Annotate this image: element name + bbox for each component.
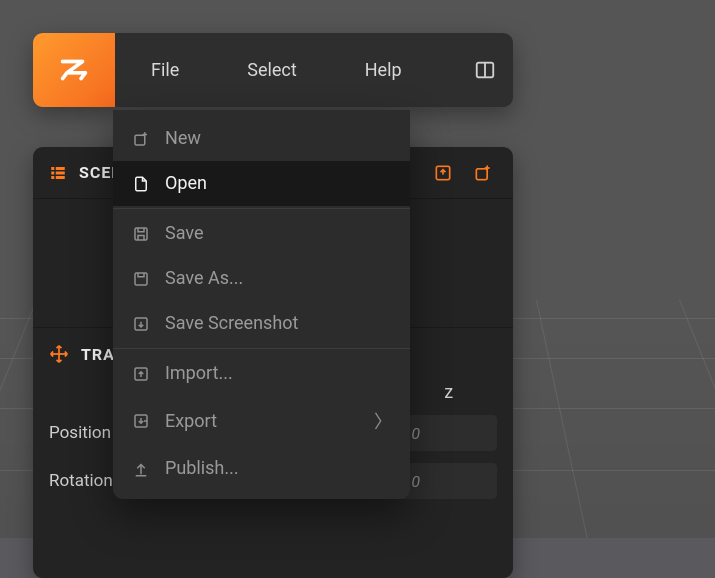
file-menu-item-label: Save Screenshot <box>165 313 298 334</box>
menubar: File Select Help <box>33 33 513 107</box>
move-icon <box>49 344 69 364</box>
file-menu-import[interactable]: Import... <box>113 351 410 396</box>
file-menu-item-label: New <box>165 128 201 149</box>
file-menu-save[interactable]: Save <box>113 211 410 256</box>
file-icon <box>131 174 151 194</box>
save-as-icon <box>131 269 151 289</box>
file-menu-item-label: Save As... <box>165 268 243 289</box>
scene-add-button[interactable] <box>469 159 497 187</box>
app-logo[interactable] <box>33 33 115 107</box>
file-menu-open[interactable]: Open <box>113 161 410 206</box>
chevron-right-icon: 〉 <box>374 408 392 434</box>
file-menu-item-label: Import... <box>165 363 233 384</box>
import-icon <box>131 364 151 384</box>
file-menu-save-as[interactable]: Save As... <box>113 256 410 301</box>
file-menu-dropdown: New Open Save Save As... Save Screenshot… <box>113 110 410 499</box>
panels-icon <box>474 59 496 81</box>
file-menu-item-label: Open <box>165 173 207 194</box>
layout-toggle-button[interactable] <box>457 33 513 107</box>
rotation-z-input[interactable] <box>400 463 497 499</box>
menu-separator <box>113 348 410 349</box>
file-menu-save-screenshot[interactable]: Save Screenshot <box>113 301 410 346</box>
save-icon <box>131 224 151 244</box>
scene-import-button[interactable] <box>429 159 457 187</box>
menu-select[interactable]: Select <box>219 50 324 91</box>
new-icon <box>131 129 151 149</box>
file-menu-publish[interactable]: Publish... <box>113 446 410 491</box>
file-menu-export[interactable]: Export 〉 <box>113 396 410 446</box>
file-menu-item-label: Save <box>165 223 204 244</box>
file-menu-item-label: Publish... <box>165 458 239 479</box>
file-menu-item-label: Export <box>165 411 217 432</box>
export-icon <box>131 411 151 431</box>
scene-icon <box>49 164 67 182</box>
menubar-items: File Select Help <box>115 33 457 107</box>
menu-separator <box>113 208 410 209</box>
menu-file[interactable]: File <box>123 50 207 91</box>
publish-icon <box>131 459 151 479</box>
add-icon <box>473 163 493 183</box>
axis-z-label: z <box>400 382 497 403</box>
import-icon <box>433 163 453 183</box>
file-menu-new[interactable]: New <box>113 116 410 161</box>
logo-icon <box>57 53 91 87</box>
screenshot-icon <box>131 314 151 334</box>
position-z-input[interactable] <box>400 415 497 451</box>
menu-help[interactable]: Help <box>337 50 430 91</box>
